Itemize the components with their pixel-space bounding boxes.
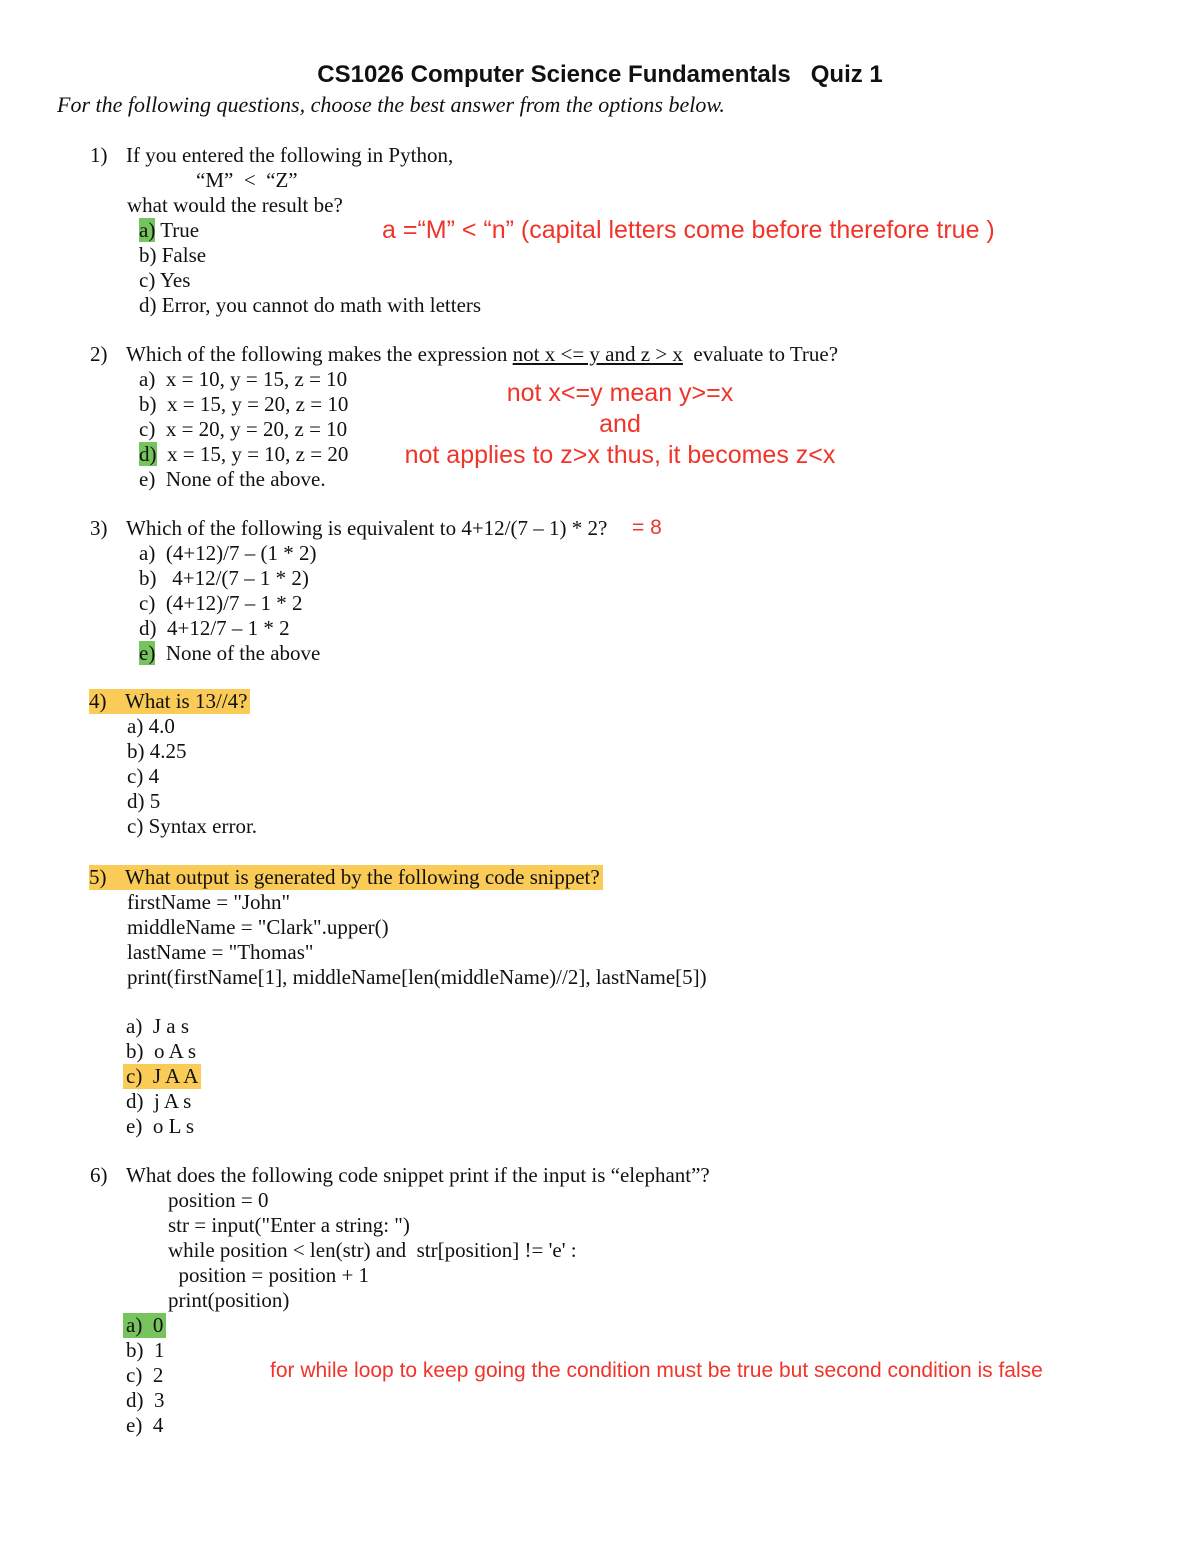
question-1-stem: 1) If you entered the following in Python… <box>90 143 453 168</box>
option-b[interactable]: b) o A s <box>126 1039 196 1064</box>
code-line: position = 0 <box>168 1188 269 1212</box>
option-e[interactable]: e) None of the above. <box>139 467 326 492</box>
code-line: lastName = "Thomas" <box>127 940 314 964</box>
question-2-stem: 2) Which of the following makes the expre… <box>90 342 839 366</box>
correct-answer-highlight: e) <box>139 641 156 665</box>
option-d[interactable]: d) 3 <box>126 1388 165 1413</box>
code-line: str = input("Enter a string: ") <box>168 1213 410 1237</box>
question-number: 2) <box>90 342 108 366</box>
option-c[interactable]: c) x = 20, y = 20, z = 10 <box>139 417 347 442</box>
question-number: 5) <box>89 865 107 889</box>
question-number: 4) <box>89 689 107 713</box>
code-line: firstName = "John" <box>127 890 291 914</box>
option-d[interactable]: d) 4+12/7 – 1 * 2 <box>139 616 290 641</box>
question-number: 1) <box>90 143 108 167</box>
question-4-stem: 4) What is 13//4? <box>89 689 251 714</box>
option-d[interactable]: d) 5 <box>127 789 160 814</box>
annotation-note: not applies to z>x thus, it becomes z<x <box>404 441 836 469</box>
option-c[interactable]: c) 2 <box>126 1363 163 1388</box>
question-number: 6) <box>90 1163 108 1187</box>
option-b[interactable]: b) 4.25 <box>127 739 187 764</box>
correct-answer-highlight: d) <box>139 442 157 466</box>
question-number: 3) <box>90 516 108 540</box>
correct-answer-highlight: a) <box>139 218 156 242</box>
option-a[interactable]: a) (4+12)/7 – (1 * 2) <box>139 541 316 566</box>
option-e[interactable]: c) Syntax error. <box>127 814 257 839</box>
option-b[interactable]: b) False <box>139 243 206 268</box>
option-c[interactable]: c) 4 <box>127 764 159 789</box>
option-e[interactable]: e) None of the above <box>139 641 320 666</box>
question-5-stem: 5) What output is generated by the follow… <box>89 865 603 890</box>
expression-underlined: not x <= y and z > x <box>512 342 683 366</box>
instructions: For the following questions, choose the … <box>57 92 725 117</box>
option-e[interactable]: e) 4 <box>126 1413 163 1438</box>
annotation-note: not x<=y mean y>=x <box>506 379 734 407</box>
option-c[interactable]: c) (4+12)/7 – 1 * 2 <box>139 591 303 616</box>
code-line: print(position) <box>168 1288 290 1312</box>
question-text: If you entered the following in Python, <box>126 143 454 167</box>
code-line: “M” < “Z” <box>196 168 298 192</box>
annotation-note: for while loop to keep going the conditi… <box>270 1359 1043 1382</box>
option-c[interactable]: c) Yes <box>139 268 190 293</box>
annotation-note: a =“M” < “n” (capital letters come befor… <box>382 216 995 244</box>
option-a[interactable]: a) 0 <box>123 1313 167 1338</box>
option-a[interactable]: a) J a s <box>126 1014 189 1039</box>
page-title: CS1026 Computer Science Fundamentals Qui… <box>317 61 883 88</box>
question-prompt: what would the result be? <box>127 193 343 217</box>
option-b[interactable]: b) 1 <box>126 1338 165 1363</box>
code-line: middleName = "Clark".upper() <box>127 915 389 939</box>
question-3-stem: 3) Which of the following is equivalent t… <box>90 516 608 540</box>
option-d[interactable]: d) Error, you cannot do math with letter… <box>139 293 481 318</box>
option-a[interactable]: a) 4.0 <box>127 714 175 739</box>
option-b[interactable]: b) x = 15, y = 20, z = 10 <box>139 392 348 417</box>
option-d[interactable]: d) j A s <box>126 1089 191 1114</box>
code-line: position = position + 1 <box>168 1263 370 1287</box>
option-e[interactable]: e) o L s <box>126 1114 194 1139</box>
option-d[interactable]: d) x = 15, y = 10, z = 20 <box>139 442 348 467</box>
annotation-note: = 8 <box>632 516 662 539</box>
option-a[interactable]: a) True <box>139 218 199 243</box>
code-line: while position < len(str) and str[positi… <box>168 1238 577 1262</box>
option-b[interactable]: b) 4+12/(7 – 1 * 2) <box>139 566 309 591</box>
question-6-stem: 6) What does the following code snippet p… <box>90 1163 710 1187</box>
annotation-note: and <box>599 410 641 438</box>
option-c[interactable]: c) J A A <box>123 1064 202 1089</box>
option-a[interactable]: a) x = 10, y = 15, z = 10 <box>139 367 347 392</box>
code-line: print(firstName[1], middleName[len(middl… <box>127 965 707 989</box>
